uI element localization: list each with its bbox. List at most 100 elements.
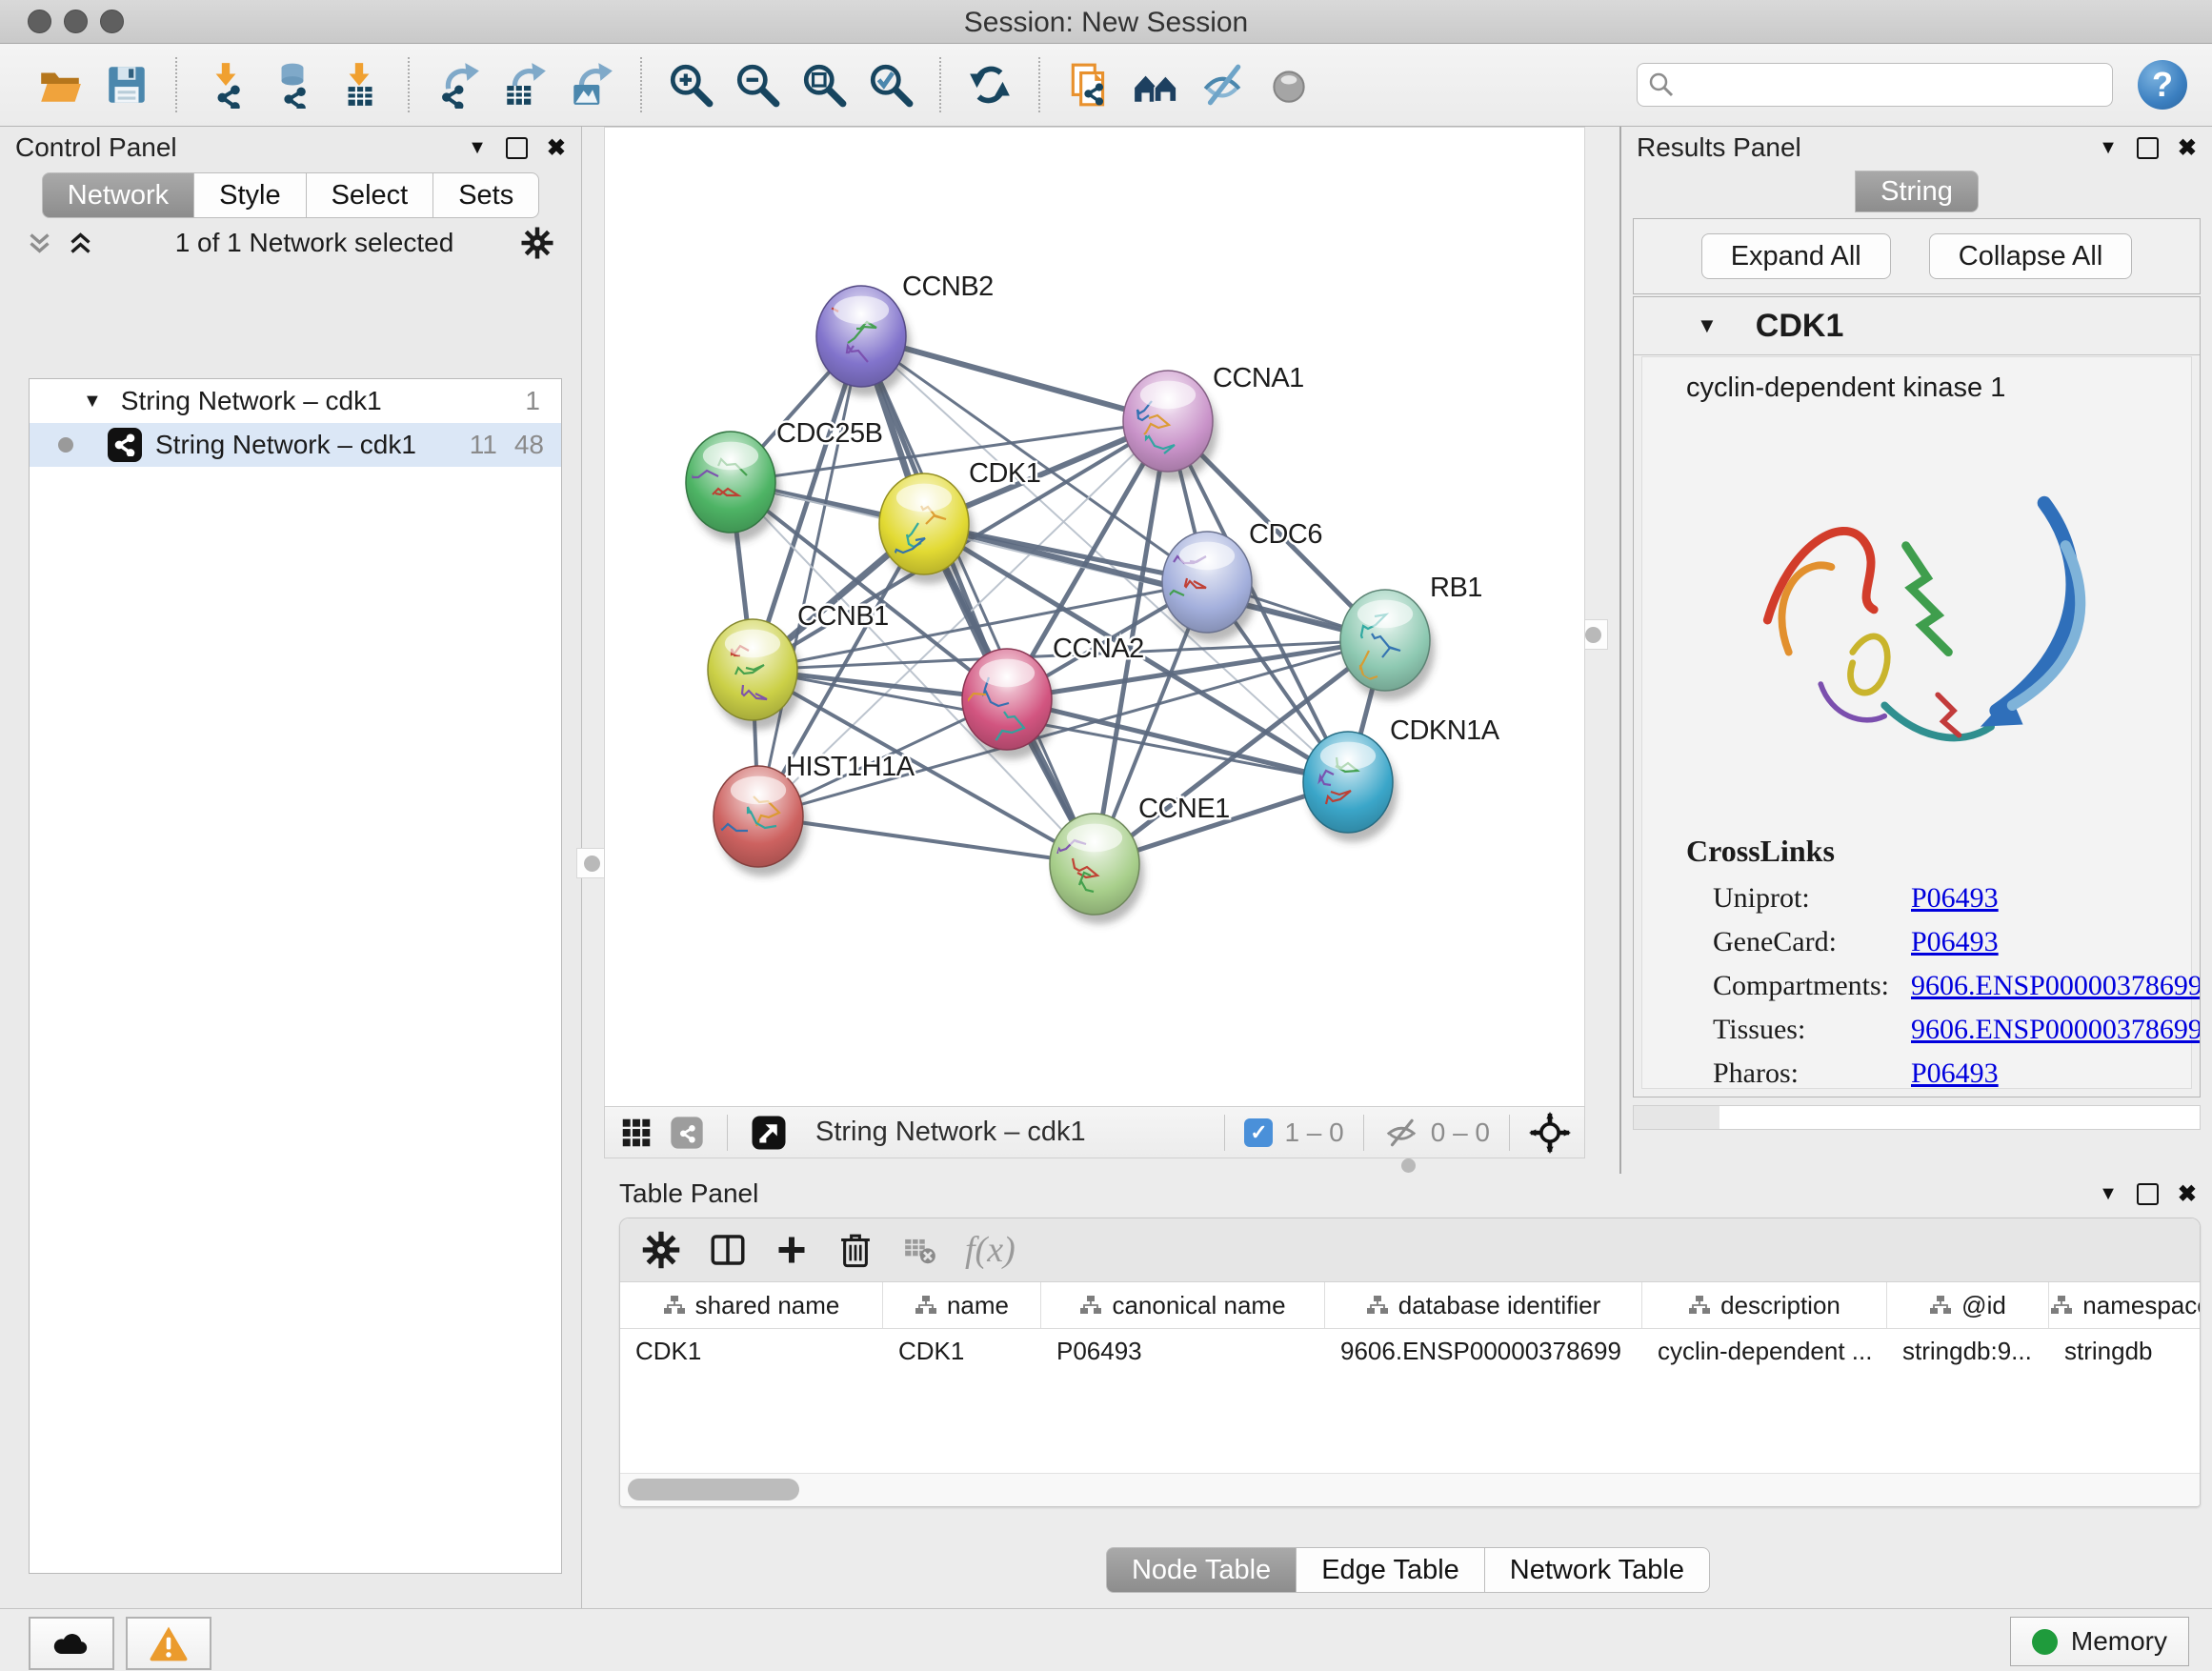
selected-checkbox-icon[interactable]: ✓ [1244, 1118, 1273, 1147]
cell-database-identifier[interactable]: 9606.ENSP00000378699 [1325, 1329, 1642, 1373]
open-session-icon[interactable] [36, 61, 84, 109]
tab-node-table[interactable]: Node Table [1106, 1547, 1297, 1593]
tab-string-results[interactable]: String [1855, 171, 1979, 212]
expand-all-networks-icon[interactable] [68, 231, 93, 256]
expand-all-button[interactable]: Expand All [1701, 233, 1891, 279]
network-node-CDK1[interactable] [879, 473, 974, 584]
network-node-CDC25B[interactable] [686, 432, 780, 542]
table-hscrollbar[interactable] [620, 1473, 2200, 1506]
column-header-description[interactable]: description [1642, 1282, 1887, 1328]
refresh-icon[interactable] [966, 61, 1014, 109]
control-panel-close-icon[interactable]: ✖ [547, 134, 566, 162]
column-header-shared-name[interactable]: shared name [620, 1282, 883, 1328]
crosslink-link[interactable]: 9606.ENSP00000378699 [1911, 970, 2201, 1002]
cell-name[interactable]: CDK1 [883, 1329, 1041, 1373]
function-builder-icon[interactable]: f(x) [965, 1229, 1016, 1271]
network-node-CCNA2[interactable] [953, 649, 1056, 759]
cell-canonical-name[interactable]: P06493 [1041, 1329, 1325, 1373]
column-header-database-identifier[interactable]: database identifier [1325, 1282, 1642, 1328]
network-node-CCNE1[interactable] [1050, 814, 1144, 924]
zoom-in-icon[interactable] [667, 61, 714, 109]
memory-button[interactable]: Memory [2010, 1617, 2189, 1666]
import-network-icon[interactable] [202, 61, 250, 109]
crosslink-link[interactable]: P06493 [1911, 1057, 1999, 1090]
bottom-splitter-handle[interactable] [1394, 1158, 1422, 1173]
node-details-header[interactable]: ▼ CDK1 [1634, 297, 2200, 355]
hide-selected-icon[interactable] [1198, 61, 1246, 109]
show-columns-icon[interactable] [708, 1230, 748, 1270]
crosslink-label: Compartments: [1686, 970, 1911, 1002]
zoom-selected-icon[interactable] [867, 61, 915, 109]
table-options-gear-icon[interactable] [641, 1230, 681, 1270]
control-panel-float-icon[interactable] [506, 137, 528, 159]
results-panel-collapse-icon[interactable]: ▼ [2099, 137, 2118, 159]
zoom-fit-icon[interactable] [800, 61, 848, 109]
network-node-CDKN1A[interactable] [1303, 732, 1398, 842]
table-panel-close-icon[interactable]: ✖ [2178, 1180, 2197, 1208]
network-node-CCNA1[interactable] [1123, 371, 1217, 481]
cloud-status-button[interactable] [29, 1617, 114, 1670]
export-image-icon[interactable] [568, 61, 615, 109]
tab-network-table[interactable]: Network Table [1485, 1547, 1710, 1593]
zoom-out-icon[interactable] [734, 61, 781, 109]
show-all-icon[interactable] [1265, 61, 1313, 109]
string-import-icon[interactable] [1065, 61, 1113, 109]
hidden-eye-icon[interactable] [1383, 1115, 1419, 1151]
network-row-selected[interactable]: String Network – cdk1 11 48 [30, 423, 561, 467]
tab-edge-table[interactable]: Edge Table [1297, 1547, 1485, 1593]
tab-select[interactable]: Select [307, 172, 434, 218]
crosslinks-list: Uniprot:P06493GeneCard:P06493Compartment… [1686, 876, 2172, 1096]
import-database-icon[interactable] [269, 61, 316, 109]
delete-table-icon[interactable] [902, 1232, 938, 1268]
network-canvas[interactable]: CCNB2CCNA1CDC25BCDK1CDC6RB1CCNB1CCNA2CDK… [604, 127, 1585, 1107]
node-label-CCNB1: CCNB1 [797, 601, 889, 632]
network-options-gear-icon[interactable] [520, 226, 554, 260]
cell-description[interactable]: cyclin-dependent ... [1642, 1329, 1887, 1373]
warnings-button[interactable] [126, 1617, 211, 1670]
detach-view-icon[interactable] [749, 1113, 789, 1153]
tab-network[interactable]: Network [42, 172, 194, 218]
search-input[interactable] [1637, 63, 2113, 107]
save-session-icon[interactable] [103, 61, 151, 109]
help-button[interactable]: ? [2138, 60, 2187, 110]
export-network-icon[interactable] [434, 61, 482, 109]
tab-style[interactable]: Style [194, 172, 306, 218]
network-edges[interactable] [731, 336, 1385, 864]
network-collection-row[interactable]: ▼ String Network – cdk1 1 [30, 379, 561, 423]
column-header-namespace[interactable]: namespace [2049, 1282, 2201, 1328]
delete-column-icon[interactable] [835, 1230, 875, 1270]
cell-shared-name[interactable]: CDK1 [620, 1329, 883, 1373]
crosslink-link[interactable]: P06493 [1911, 926, 1999, 958]
birds-eye-view-icon[interactable] [618, 1115, 654, 1151]
homology-icon[interactable] [1132, 61, 1179, 109]
cell-namespace[interactable]: stringdb [2049, 1329, 2201, 1373]
node-details-expand-icon[interactable]: ▼ [1697, 313, 1718, 338]
results-hscrollbar[interactable] [1633, 1105, 2201, 1130]
cell--id[interactable]: stringdb:9... [1887, 1329, 2049, 1373]
crosslink-link[interactable]: 9606.ENSP00000378699 [1911, 1014, 2201, 1046]
import-table-icon[interactable] [335, 61, 383, 109]
create-column-icon[interactable] [774, 1233, 809, 1267]
results-panel-close-icon[interactable]: ✖ [2178, 134, 2197, 162]
crosslink-link[interactable]: P06493 [1911, 882, 1999, 915]
network-node-CDC6[interactable] [1159, 532, 1257, 642]
tree-expand-icon[interactable]: ▼ [83, 391, 102, 413]
column-type-icon [663, 1295, 686, 1316]
network-overview-icon[interactable] [668, 1114, 706, 1152]
table-row[interactable]: CDK1CDK1P064939606.ENSP00000378699cyclin… [620, 1329, 2200, 1373]
column-header-name[interactable]: name [883, 1282, 1041, 1328]
results-panel-float-icon[interactable] [2137, 137, 2159, 159]
column-header-canonical-name[interactable]: canonical name [1041, 1282, 1325, 1328]
left-splitter-handle[interactable] [576, 848, 607, 878]
tab-sets[interactable]: Sets [433, 172, 539, 218]
export-table-icon[interactable] [501, 61, 549, 109]
network-node-RB1[interactable] [1340, 590, 1435, 700]
collapse-all-button[interactable]: Collapse All [1929, 233, 2133, 279]
table-panel-collapse-icon[interactable]: ▼ [2099, 1183, 2118, 1205]
scrollbar-thumb[interactable] [628, 1479, 799, 1500]
collapse-all-networks-icon[interactable] [27, 231, 52, 256]
control-panel-collapse-icon[interactable]: ▼ [468, 137, 487, 159]
table-panel-float-icon[interactable] [2137, 1183, 2159, 1205]
column-header--id[interactable]: @id [1887, 1282, 2049, 1328]
crosshair-icon[interactable] [1529, 1112, 1571, 1154]
